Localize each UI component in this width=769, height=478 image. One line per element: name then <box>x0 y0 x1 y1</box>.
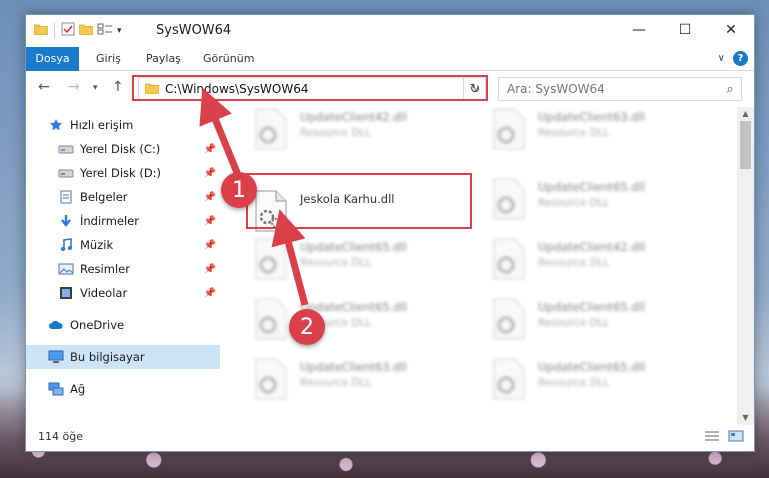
picture-icon <box>58 261 74 277</box>
chevron-down-icon[interactable]: ∨ <box>718 53 725 64</box>
document-icon <box>58 189 74 205</box>
window-controls: — ☐ ✕ <box>616 15 754 45</box>
details-view-icon[interactable] <box>704 430 720 445</box>
dll-file-icon <box>493 178 525 220</box>
sidebar-item-downloads[interactable]: İndirmeler 📌 <box>26 209 220 233</box>
download-icon <box>58 213 74 229</box>
step-2-marker: 2 <box>289 309 325 345</box>
pin-icon[interactable]: 📌 <box>204 168 216 179</box>
folder-icon <box>144 82 160 97</box>
new-folder-icon[interactable] <box>78 23 94 38</box>
sidebar-item-local-disk-d[interactable]: Yerel Disk (D:) 📌 <box>26 161 220 185</box>
cloud-icon <box>48 317 64 333</box>
scroll-down-icon[interactable]: ▼ <box>737 411 754 425</box>
item-count: 114 öğe <box>38 430 83 443</box>
drive-icon <box>58 141 74 157</box>
sidebar-item-this-pc[interactable]: Bu bilgisayar <box>26 345 220 369</box>
file-tile[interactable]: UpdateClient63.dll Resource DLL <box>248 357 478 413</box>
address-bar[interactable]: C:\Windows\SysWOW64 ∨ <box>138 77 486 101</box>
file-tile[interactable]: UpdateClient65.dll Resource DLL <box>486 357 716 413</box>
file-tile[interactable]: UpdateClient65.dll Resource DLL <box>248 297 478 353</box>
search-box[interactable]: ⌕ <box>498 77 742 101</box>
file-list: UpdateClient42.dll Resource DLL UpdateCli… <box>234 107 734 425</box>
sidebar-item-videos[interactable]: Videolar 📌 <box>26 281 220 305</box>
refresh-icon: ↻ <box>469 81 481 97</box>
sidebar-item-documents[interactable]: Belgeler 📌 <box>26 185 220 209</box>
maximize-button[interactable]: ☐ <box>662 15 708 45</box>
back-arrow-icon[interactable]: ← <box>38 79 50 95</box>
scrollbar-thumb[interactable] <box>740 121 751 169</box>
ribbon-tabs: Dosya Giriş Paylaş Görünüm ∨ ? <box>26 47 754 71</box>
dll-file-icon <box>255 298 287 340</box>
close-button[interactable]: ✕ <box>708 15 754 45</box>
file-tile[interactable]: UpdateClient42.dll Resource DLL <box>486 237 716 293</box>
navigation-pane: Hızlı erişim Yerel Disk (C:) 📌 Yerel Dis… <box>26 107 220 425</box>
dll-file-icon <box>255 238 287 280</box>
star-icon <box>48 117 64 133</box>
chevron-down-icon[interactable]: ▾ <box>93 83 98 93</box>
pin-icon[interactable]: 📌 <box>204 288 216 299</box>
pin-icon[interactable]: 📌 <box>204 216 216 227</box>
sidebar-item-onedrive[interactable]: OneDrive <box>26 313 220 337</box>
dll-file-icon <box>493 238 525 280</box>
navigation-bar: ← → ▾ ↑ C:\Windows\SysWOW64 ∨ ↻ ⌕ <box>26 71 754 107</box>
file-explorer-window: ▾ SysWOW64 — ☐ ✕ Dosya Giriş Paylaş Görü… <box>25 14 755 452</box>
refresh-button[interactable]: ↻ <box>463 77 487 101</box>
network-icon <box>48 381 64 397</box>
properties-icon[interactable] <box>61 22 75 39</box>
tab-home[interactable]: Giriş <box>86 47 131 71</box>
step-1-marker: 1 <box>221 172 257 208</box>
forward-arrow-icon[interactable]: → <box>68 79 80 95</box>
sidebar-item-network[interactable]: Ağ <box>26 377 220 401</box>
file-tile[interactable]: UpdateClient63.dll Resource DLL <box>486 107 716 163</box>
sidebar-item-quick-access[interactable]: Hızlı erişim <box>26 113 220 137</box>
tab-view[interactable]: Görünüm <box>193 47 264 71</box>
sidebar-item-music[interactable]: Müzik 📌 <box>26 233 220 257</box>
pin-icon[interactable]: 📌 <box>204 192 216 203</box>
window-title: SysWOW64 <box>156 23 232 38</box>
dll-file-icon <box>493 108 525 150</box>
pin-icon[interactable]: 📌 <box>204 144 216 155</box>
search-input[interactable] <box>507 82 719 96</box>
file-tile[interactable]: UpdateClient65.dll Resource DLL <box>486 297 716 353</box>
chevron-down-icon[interactable]: ▾ <box>117 26 122 36</box>
view-options-icon[interactable] <box>97 23 113 38</box>
tab-file[interactable]: Dosya <box>26 47 79 71</box>
sidebar-item-pictures[interactable]: Resimler 📌 <box>26 257 220 281</box>
address-path[interactable]: C:\Windows\SysWOW64 <box>165 82 467 96</box>
up-arrow-icon[interactable]: ↑ <box>112 79 124 95</box>
title-bar: ▾ SysWOW64 — ☐ ✕ <box>26 15 754 47</box>
status-bar: 114 öğe <box>26 425 754 451</box>
drive-icon <box>58 165 74 181</box>
pin-icon[interactable]: 📌 <box>204 240 216 251</box>
dll-file-icon <box>255 108 287 150</box>
dll-file-icon <box>493 298 525 340</box>
vertical-scrollbar[interactable]: ▲ ▼ <box>737 107 754 425</box>
folder-icon <box>33 23 49 38</box>
minimize-button[interactable]: — <box>616 15 662 45</box>
dll-file-icon <box>255 358 287 400</box>
music-icon <box>58 237 74 253</box>
sidebar-item-local-disk-c[interactable]: Yerel Disk (C:) 📌 <box>26 137 220 161</box>
video-icon <box>58 285 74 301</box>
scroll-up-icon[interactable]: ▲ <box>737 107 754 121</box>
tiles-view-icon[interactable] <box>728 430 744 445</box>
quick-access-toolbar: ▾ <box>33 22 122 39</box>
dll-file-icon <box>493 358 525 400</box>
pin-icon[interactable]: 📌 <box>204 264 216 275</box>
file-tile[interactable]: UpdateClient65.dll Resource DLL <box>486 177 716 233</box>
tab-share[interactable]: Paylaş <box>136 47 191 71</box>
search-icon: ⌕ <box>726 81 734 97</box>
file-tile[interactable]: UpdateClient65.dll Resource DLL <box>248 237 478 293</box>
file-tile[interactable]: UpdateClient42.dll Resource DLL <box>248 107 478 163</box>
computer-icon <box>48 349 64 365</box>
help-icon[interactable]: ? <box>733 51 748 66</box>
